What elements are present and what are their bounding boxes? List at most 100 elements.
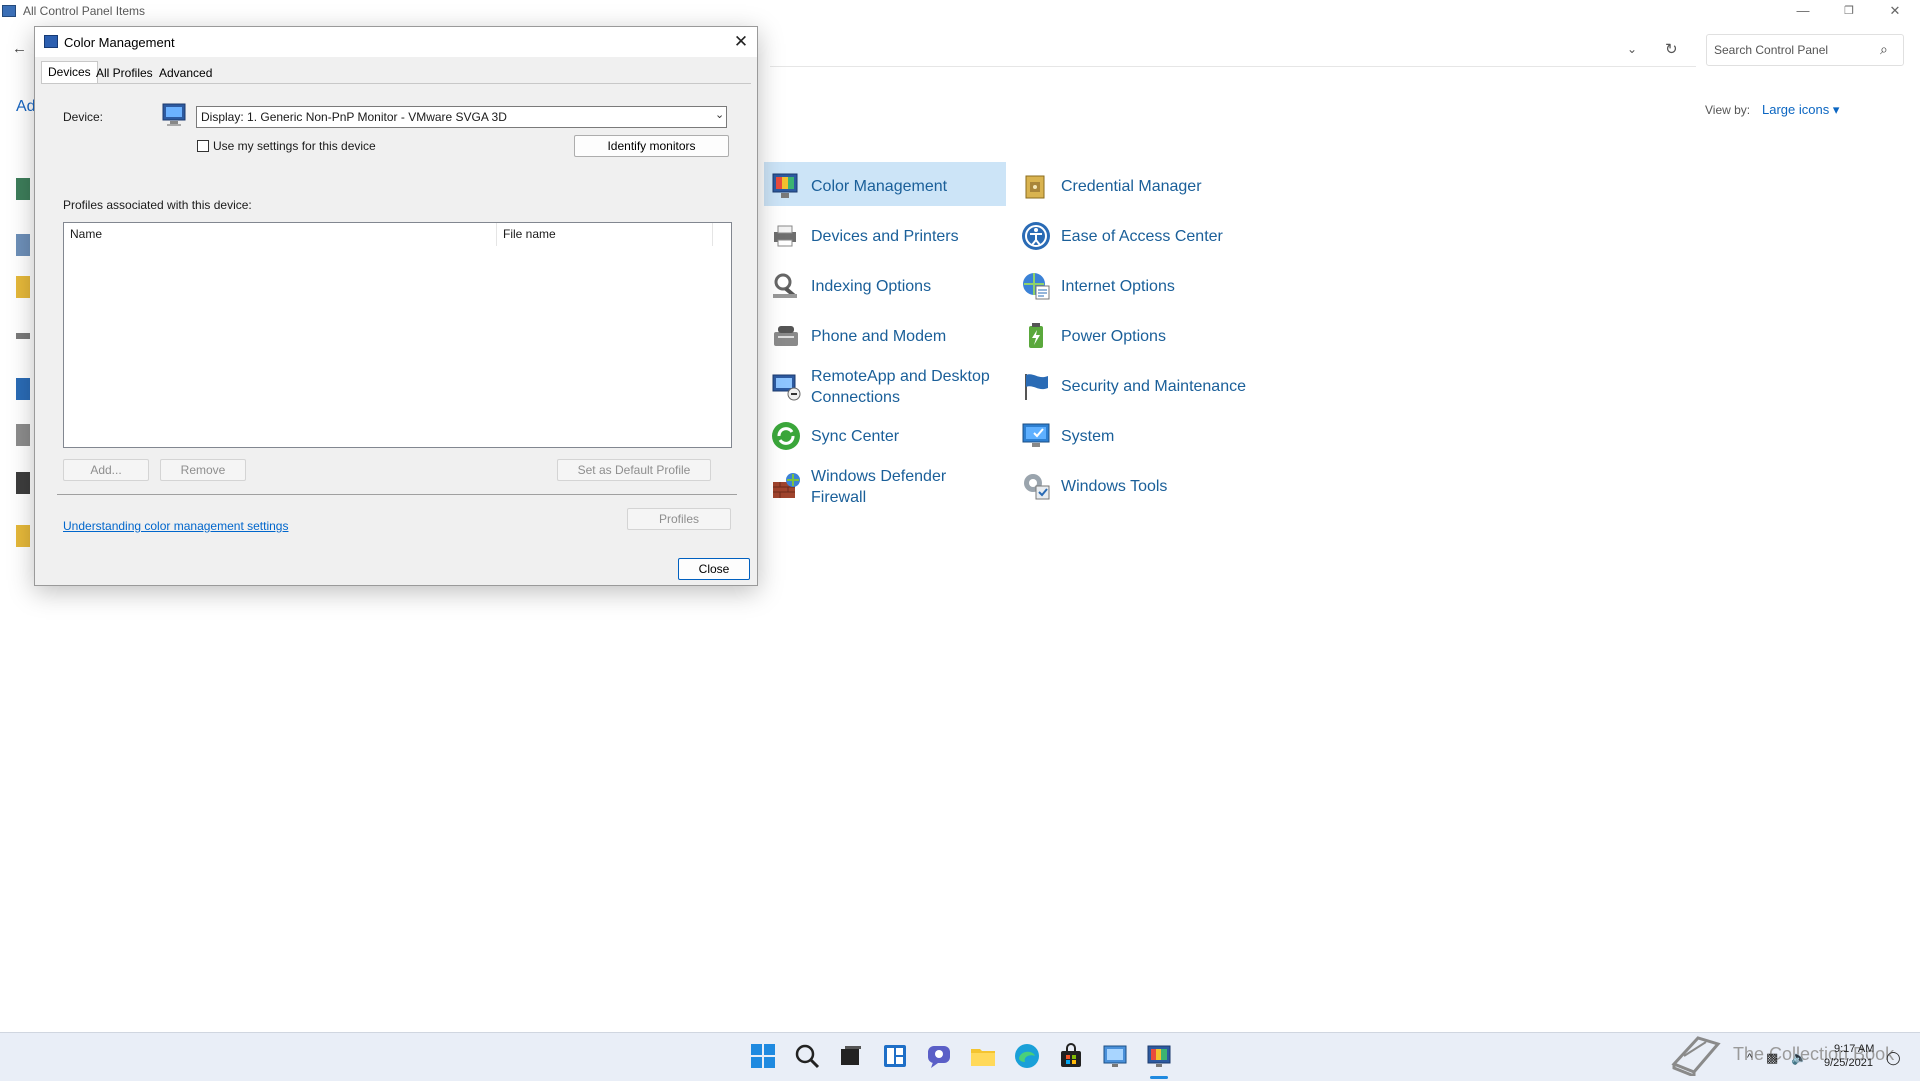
item-system[interactable]: System [1014,412,1264,456]
control-panel-taskbar-icon[interactable] [1101,1042,1129,1070]
item-internet-options[interactable]: Internet Options [1014,262,1264,306]
edge-icon[interactable] [1013,1042,1041,1070]
item-label: Windows Tools [1061,478,1168,495]
item-label: Indexing Options [811,278,932,295]
chevron-down-icon[interactable]: ⌄ [715,108,724,121]
use-settings-label[interactable]: Use my settings for this device [213,139,376,153]
address-dropdown-icon[interactable]: ⌄ [1627,42,1637,56]
system-icon [1022,423,1050,447]
credential-manager-icon [1025,175,1045,199]
item-label: Credential Manager [1061,178,1202,195]
item-credential-manager[interactable]: Credential Manager [1014,162,1264,206]
file-explorer-icon[interactable] [969,1042,997,1070]
item-windows-defender-firewall[interactable]: Windows Defender Firewall [764,462,1006,506]
item-power-options[interactable]: Power Options [1014,312,1264,356]
restore-button[interactable]: ❐ [1826,0,1872,22]
item-indexing-options[interactable]: Indexing Options [764,262,1006,306]
item-label: Internet Options [1061,278,1175,295]
internet-options-icon [1023,273,1050,300]
partial-item-icon[interactable] [16,472,30,494]
device-select-value: Display: 1. Generic Non-PnP Monitor - VM… [201,110,507,124]
help-link[interactable]: Understanding color management settings [63,519,288,533]
profiles-label: Profiles associated with this device: [63,198,252,212]
item-windows-tools[interactable]: Windows Tools [1014,462,1264,506]
color-management-icon [44,35,58,48]
clock-time[interactable]: 9:17 AM [1834,1043,1874,1055]
book-watermark-icon [1671,1036,1721,1076]
item-label: Devices and Printers [811,228,959,245]
item-phone-and-modem[interactable]: Phone and Modem [764,312,1006,356]
item-devices-and-printers[interactable]: Devices and Printers [764,212,1006,256]
refresh-icon[interactable]: ↻ [1665,40,1678,58]
profiles-list[interactable]: Name File name [63,222,732,448]
task-view-icon[interactable] [837,1042,865,1070]
tab-divider [41,83,751,84]
set-default-profile-button[interactable]: Set as Default Profile [557,459,711,481]
start-icon[interactable] [749,1042,777,1070]
item-sync-center[interactable]: Sync Center [764,412,1006,456]
partial-item-icon[interactable] [16,378,30,400]
partial-item-icon[interactable] [16,234,30,256]
minimize-button[interactable]: — [1780,0,1826,22]
window-close-button[interactable]: ✕ [1872,0,1918,22]
tray-chevron-icon[interactable]: ^ [1747,1052,1752,1064]
address-bar[interactable] [770,34,1696,67]
item-label: Power Options [1061,328,1166,345]
tab-all-profiles[interactable]: All Profiles [90,63,159,83]
item-label-line2: Firewall [811,489,867,506]
ease-of-access-icon [1022,222,1050,250]
item-label-line2: Connections [811,389,900,406]
network-icon[interactable]: ▩ [1766,1050,1778,1066]
partial-item-icon[interactable] [16,525,30,547]
windows-tools-icon [1024,474,1050,500]
partial-item-icon[interactable] [16,333,30,339]
chat-icon[interactable] [925,1042,953,1070]
add-button[interactable]: Add... [63,459,149,481]
clock-date[interactable]: 9/25/2021 [1824,1057,1873,1069]
widgets-icon[interactable] [881,1042,909,1070]
devices-printers-icon [774,225,796,247]
control-panel-icon [2,5,16,17]
remoteapp-icon [772,374,801,401]
power-options-icon [1029,323,1043,348]
tab-advanced[interactable]: Advanced [153,63,218,83]
partial-item-icon[interactable] [16,424,30,446]
item-label: RemoteApp and Desktop Connections [811,366,990,408]
item-label: Sync Center [811,428,900,445]
identify-monitors-button[interactable]: Identify monitors [574,135,729,157]
back-arrow-icon[interactable]: ← [12,40,27,57]
view-by-label: View by: [1705,103,1751,117]
column-header-name[interactable]: Name [64,223,497,246]
divider [57,494,737,495]
partial-item-icon[interactable] [16,178,30,200]
use-settings-checkbox[interactable] [197,140,209,152]
search-icon[interactable] [793,1042,821,1070]
store-icon[interactable] [1057,1042,1085,1070]
item-label: Windows Defender Firewall [811,466,946,508]
item-security-and-maintenance[interactable]: Security and Maintenance [1014,362,1264,406]
item-label: Phone and Modem [811,328,947,345]
volume-icon[interactable]: 🔈 [1791,1050,1807,1066]
search-icon[interactable]: ⌕ [1880,41,1888,58]
column-header-file-name[interactable]: File name [497,223,713,246]
view-by-dropdown[interactable]: Large icons ▾ [1762,102,1839,118]
dialog-close-icon[interactable]: ✕ [730,31,752,53]
item-label-line1: Windows Defender [811,468,947,485]
item-color-management[interactable]: Color Management [764,162,1006,206]
search-input[interactable]: Search Control Panel [1714,43,1828,57]
profiles-button[interactable]: Profiles [627,508,731,530]
item-ease-of-access-center[interactable]: Ease of Access Center [1014,212,1264,256]
notification-icon[interactable]: ◯ [1886,1050,1901,1066]
security-maintenance-icon [1025,374,1048,400]
phone-modem-icon [774,326,798,346]
partial-item-icon[interactable] [16,276,30,298]
remove-button[interactable]: Remove [160,459,246,481]
item-label: System [1061,428,1115,445]
sync-center-icon [772,422,800,450]
item-remoteapp[interactable]: RemoteApp and Desktop Connections [764,362,1006,406]
item-label: Ease of Access Center [1061,228,1223,245]
active-app-indicator [1150,1076,1168,1079]
close-button[interactable]: Close [678,558,750,580]
dialog-title: Color Management [64,35,175,50]
color-management-taskbar-icon[interactable] [1145,1042,1173,1070]
